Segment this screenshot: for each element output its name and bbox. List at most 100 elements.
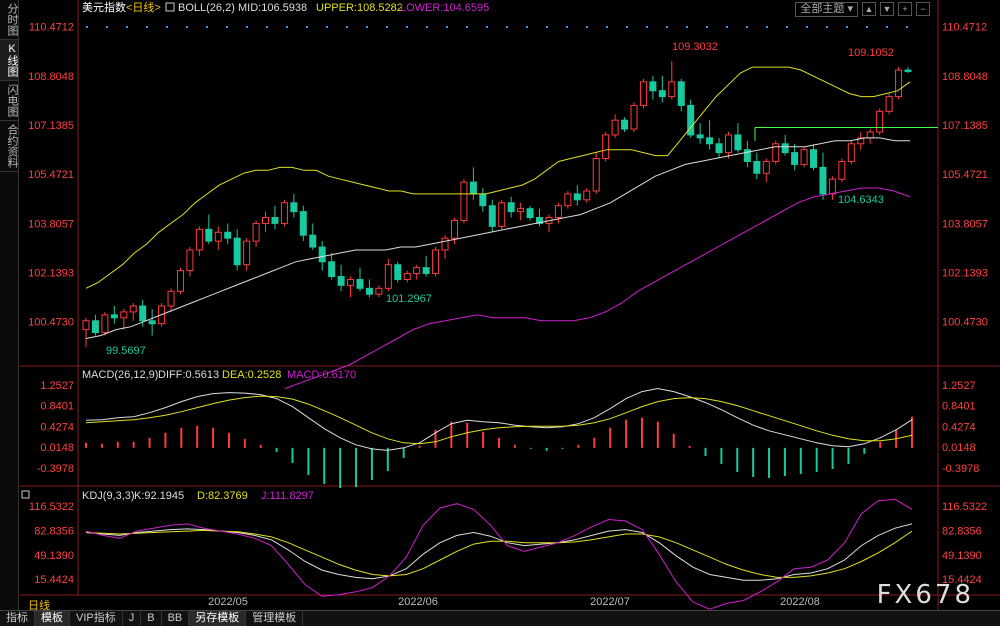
candle-up (885, 96, 893, 112)
marker-dot (326, 26, 328, 28)
candle-down (706, 137, 714, 145)
annot-high-1: 109.3032 (672, 41, 718, 53)
marker-dot (246, 26, 248, 28)
candle-down (649, 81, 657, 92)
candle-up (280, 202, 288, 224)
candle-up (639, 81, 647, 106)
chart-background (20, 0, 1000, 610)
sidebar-tab-1[interactable]: K线图 (0, 40, 18, 81)
macd-tick-right: 0.0148 (942, 442, 976, 454)
marker-dot (206, 26, 208, 28)
boll-mid-value: MID:106.5938 (238, 2, 307, 14)
annot-high-2: 109.1052 (848, 47, 894, 59)
candle-down (356, 278, 364, 289)
candle-up (724, 134, 732, 154)
bottom-tab-0[interactable]: 指标 (0, 611, 35, 626)
macd-tick-right: -0.3978 (942, 463, 979, 475)
x-tick-label: 2022/06 (398, 596, 438, 608)
marker-dot (546, 26, 548, 28)
sidebar-tab-0[interactable]: 分时图 (0, 0, 18, 40)
kdj-tick-left: 116.5322 (29, 501, 74, 513)
boll-label: BOLL(26,2) (178, 2, 235, 14)
zoom-out-button[interactable]: ▼ (880, 2, 894, 16)
candle-down (479, 193, 487, 207)
marker-dot (846, 26, 848, 28)
chart-canvas[interactable]: 110.4712 110.4712 108.8048 108.8048 107.1385… (0, 0, 1000, 610)
candle-up (583, 190, 591, 201)
candle-up (668, 81, 676, 98)
candle-down (309, 234, 317, 248)
candle-up (129, 305, 137, 313)
macd-label: MACD(26,12,9) (82, 369, 158, 381)
price-tick-right: 107.1385 (942, 120, 988, 132)
price-tick-right: 110.4712 (942, 22, 987, 34)
price-tick-right: 103.8057 (942, 218, 988, 230)
marker-dot (646, 26, 648, 28)
x-tick-label: 2022/07 (590, 596, 630, 608)
candle-up (252, 222, 260, 242)
marker-dot (906, 26, 908, 28)
marker-dot (826, 26, 828, 28)
candle-down (365, 287, 373, 295)
marker-dot (866, 26, 868, 28)
macd-tick-left: 0.4274 (40, 421, 74, 433)
add-button[interactable]: + (898, 2, 912, 16)
candle-up (866, 131, 874, 139)
marker-dot (566, 26, 568, 28)
price-tick-right: 105.4721 (942, 169, 988, 181)
candle-up (176, 270, 184, 292)
minus-button[interactable]: − (916, 2, 930, 16)
kdj-label: KDJ(9,3,3) (82, 490, 135, 502)
marker-dot (686, 26, 688, 28)
boll-lower-value: LOWER:104.6595 (400, 2, 489, 14)
candle-up (403, 273, 411, 280)
candle-up (847, 143, 855, 162)
candle-down (290, 202, 298, 213)
marker-dot (786, 26, 788, 28)
candle-down (573, 193, 581, 201)
marker-dot (886, 26, 888, 28)
watermark-logo: FX678 (876, 580, 974, 610)
marker-dot (286, 26, 288, 28)
bottom-tab-3[interactable]: J (123, 611, 142, 626)
candle-up (413, 267, 421, 275)
theme-dropdown[interactable]: 全部主题 ▾ (795, 2, 858, 17)
annot-low-2: 101.2967 (386, 293, 432, 305)
candle-down (696, 134, 704, 139)
kdj-d: D:82.3769 (197, 490, 248, 502)
candle-up (432, 249, 440, 275)
kdj-tick-right: 82.8356 (942, 525, 982, 537)
candle-down (422, 267, 430, 275)
marker-dot (486, 26, 488, 28)
candle-up (592, 158, 600, 192)
candle-down (91, 320, 99, 334)
marker-dot (126, 26, 128, 28)
marker-dot (86, 26, 88, 28)
x-tick-label: 2022/08 (780, 596, 820, 608)
marker-dot (306, 26, 308, 28)
bottom-tab-6[interactable]: 另存模板 (189, 611, 247, 626)
bottom-tab-7[interactable]: 管理模板 (246, 611, 304, 626)
marker-dot (346, 26, 348, 28)
candle-down (337, 276, 345, 286)
marker-dot (186, 26, 188, 28)
candle-down (677, 81, 685, 106)
marker-dot (746, 26, 748, 28)
price-tick-right: 100.4730 (942, 317, 988, 329)
candle-up (895, 69, 903, 98)
zoom-in-button[interactable]: ▲ (862, 2, 876, 16)
sidebar-tab-2[interactable]: 闪电图 (0, 81, 18, 121)
candle-down (488, 205, 496, 227)
bottom-tab-2[interactable]: VIP指标 (70, 611, 123, 626)
price-tick-left: 100.4730 (28, 317, 74, 329)
sidebar-tab-3[interactable]: 合约资料 (0, 121, 18, 172)
bottom-tab-1[interactable]: 模板 (35, 611, 70, 626)
top-controls: 全部主题 ▾ ▲ ▼ + − (795, 2, 930, 17)
candle-down (507, 202, 515, 213)
candle-up (517, 208, 525, 213)
bottom-tab-5[interactable]: BB (162, 611, 190, 626)
bottom-tab-4[interactable]: B (141, 611, 162, 626)
annot-low-1: 99.5697 (106, 345, 146, 357)
candle-down (224, 231, 232, 239)
candle-down (110, 314, 118, 319)
